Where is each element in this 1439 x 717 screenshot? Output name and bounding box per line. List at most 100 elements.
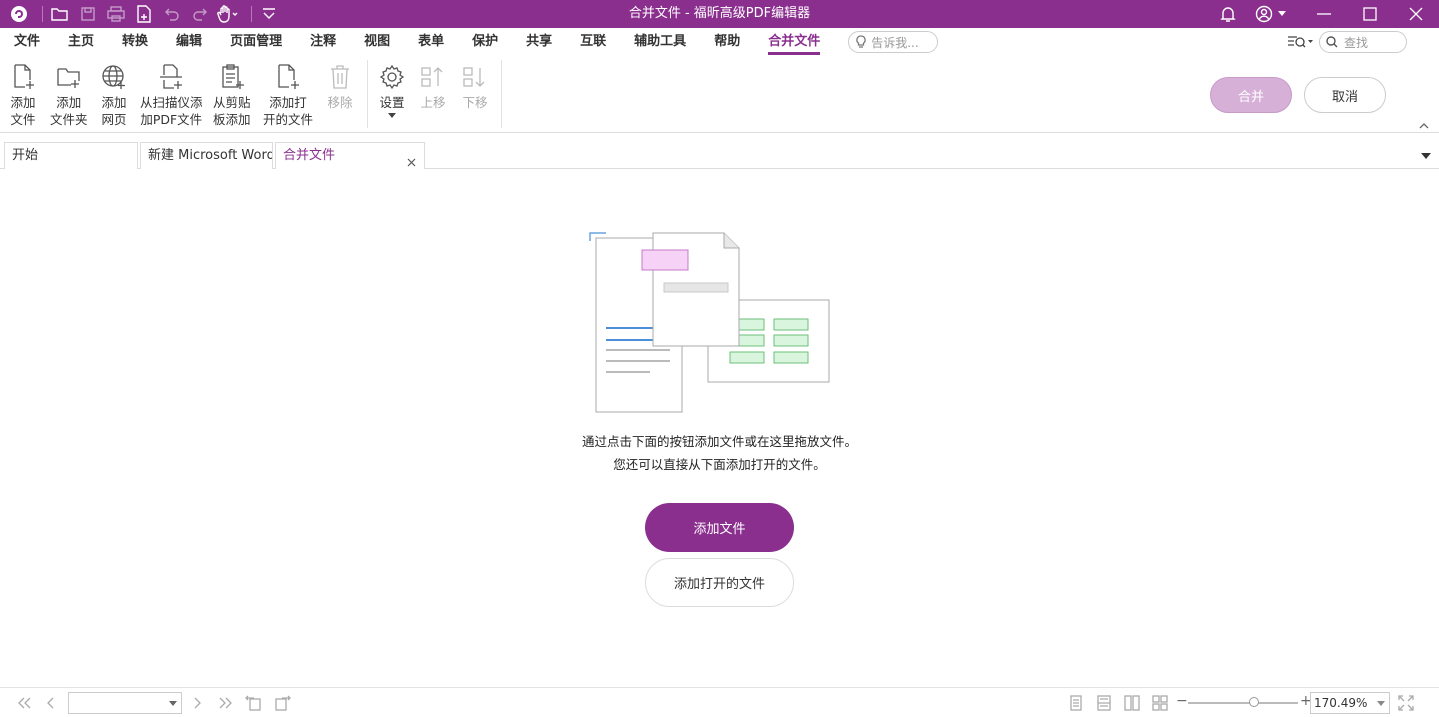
ribbon-toolbar: 添加 文件 添加 文件夹 添加 网页 从扫描仪添 加PDF文件 从剪贴 板添加 … (0, 56, 1439, 133)
page-number-input[interactable] (68, 692, 182, 714)
menu-convert[interactable]: 转换 (108, 28, 162, 56)
print-icon[interactable] (105, 3, 127, 25)
menu-protect[interactable]: 保护 (458, 28, 512, 56)
add-from-scanner-button[interactable]: 从扫描仪添 加PDF文件 (140, 62, 203, 128)
add-webpage-button[interactable]: 添加 网页 (101, 62, 127, 128)
zoom-slider-thumb[interactable] (1249, 697, 1259, 707)
search-placeholder: 查找 (1344, 35, 1369, 50)
zoom-dropdown-icon[interactable] (1377, 701, 1385, 706)
previous-page-icon[interactable] (42, 694, 60, 712)
menu-view[interactable]: 视图 (350, 28, 404, 56)
drop-hint-text: 通过点击下面的按钮添加文件或在这里拖放文件。 (581, 434, 857, 449)
add-opened-files-main-button[interactable]: 添加打开的文件 (645, 558, 794, 607)
settings-button[interactable]: 设置 (379, 62, 405, 119)
bell-icon[interactable] (1217, 3, 1239, 25)
menu-edit[interactable]: 编辑 (162, 28, 216, 56)
previous-view-icon[interactable] (245, 694, 263, 712)
add-opened-files-label-2: 开的文件 (263, 112, 314, 127)
menu-connect[interactable]: 互联 (566, 28, 620, 56)
next-view-icon[interactable] (273, 694, 291, 712)
tab-combine-files[interactable]: 合并文件 (275, 142, 425, 169)
menu-home[interactable]: 主页 (54, 28, 108, 56)
combine-drop-area[interactable]: 通过点击下面的按钮添加文件或在这里拖放文件。 您还可以直接从下面添加打开的文件。… (0, 170, 1439, 687)
menu-form[interactable]: 表单 (404, 28, 458, 56)
add-from-scanner-label-2: 加PDF文件 (140, 112, 203, 127)
first-page-icon[interactable] (15, 694, 33, 712)
account-dropdown-icon[interactable] (1277, 3, 1287, 25)
tab-start-label: 开始 (12, 148, 39, 163)
account-icon[interactable] (1253, 3, 1275, 25)
divider (42, 6, 43, 22)
add-files-label-2: 文件 (10, 112, 36, 127)
tab-word-document[interactable]: 新建 Microsoft Word... (140, 142, 273, 169)
add-from-scanner-label-1: 从扫描仪添 (140, 95, 203, 110)
tab-combine-files-label: 合并文件 (283, 148, 336, 163)
cancel-button[interactable]: 取消 (1304, 77, 1386, 113)
move-up-button[interactable]: 上移 (420, 62, 446, 111)
divider (251, 6, 252, 22)
zoom-level-input[interactable]: 170.49% (1310, 692, 1390, 714)
move-down-button[interactable]: 下移 (462, 62, 488, 111)
customize-toolbar-icon[interactable] (258, 3, 280, 25)
lightbulb-icon (856, 35, 866, 48)
settings-dropdown-icon (388, 113, 396, 118)
menu-help[interactable]: 帮助 (700, 28, 754, 56)
collapse-ribbon-icon[interactable] (1419, 118, 1429, 133)
add-from-clipboard-button[interactable]: 从剪贴 板添加 (213, 62, 251, 128)
last-page-icon[interactable] (217, 694, 235, 712)
app-logo-icon[interactable] (8, 3, 30, 25)
hand-tool-icon[interactable] (217, 3, 239, 25)
search-options-icon[interactable] (1287, 35, 1313, 49)
tell-me-input[interactable]: 告诉我... (848, 31, 939, 53)
menu-page-management[interactable]: 页面管理 (216, 28, 296, 56)
scanner-icon (158, 62, 184, 92)
trash-icon (327, 62, 353, 92)
add-webpage-label-2: 网页 (101, 112, 127, 127)
menu-share[interactable]: 共享 (512, 28, 566, 56)
add-files-button[interactable]: 添加 文件 (10, 62, 36, 128)
add-file-button[interactable]: 添加文件 (645, 503, 794, 552)
search-input[interactable]: 查找 (1319, 31, 1407, 53)
move-up-label: 上移 (420, 95, 446, 110)
add-opened-files-button[interactable]: 添加打 开的文件 (263, 62, 313, 128)
tab-list-dropdown-icon[interactable] (1421, 148, 1431, 163)
zoom-out-icon[interactable]: − (1176, 693, 1188, 709)
zoom-slider[interactable] (1188, 702, 1298, 704)
clipboard-icon (219, 62, 245, 92)
new-document-icon[interactable] (133, 3, 155, 25)
move-down-icon (462, 62, 488, 92)
single-page-view-icon[interactable] (1067, 694, 1085, 712)
redo-icon[interactable] (189, 3, 211, 25)
maximize-icon[interactable] (1347, 0, 1393, 28)
globe-icon (101, 62, 127, 92)
minimize-icon[interactable] (1301, 0, 1347, 28)
close-tab-icon[interactable] (407, 151, 416, 169)
menu-accessibility[interactable]: 辅助工具 (620, 28, 700, 56)
ribbon-divider (367, 60, 368, 128)
settings-label: 设置 (379, 95, 405, 110)
open-file-icon (275, 62, 301, 92)
add-folder-button[interactable]: 添加 文件夹 (50, 62, 88, 128)
tab-word-document-label: 新建 Microsoft Word... (148, 148, 272, 163)
menu-comment[interactable]: 注释 (296, 28, 350, 56)
gear-icon (379, 62, 405, 92)
continuous-facing-view-icon[interactable] (1151, 694, 1169, 712)
tab-start[interactable]: 开始 (4, 142, 138, 169)
continuous-view-icon[interactable] (1095, 694, 1113, 712)
add-from-clipboard-label-2: 板添加 (213, 112, 251, 127)
add-folder-label-2: 文件夹 (50, 112, 88, 127)
menu-file[interactable]: 文件 (0, 28, 54, 56)
close-icon[interactable] (1393, 0, 1439, 28)
open-folder-icon[interactable] (49, 3, 71, 25)
remove-button[interactable]: 移除 (327, 62, 353, 111)
search-icon (1326, 36, 1338, 48)
open-files-hint-text: 您还可以直接从下面添加打开的文件。 (613, 457, 826, 472)
next-page-icon[interactable] (188, 694, 206, 712)
facing-view-icon[interactable] (1123, 694, 1141, 712)
fullscreen-icon[interactable] (1397, 694, 1415, 712)
merge-button[interactable]: 合并 (1210, 77, 1292, 113)
save-icon[interactable] (77, 3, 99, 25)
undo-icon[interactable] (161, 3, 183, 25)
page-dropdown-icon[interactable] (169, 701, 177, 706)
menu-combine-files[interactable]: 合并文件 (754, 28, 834, 56)
